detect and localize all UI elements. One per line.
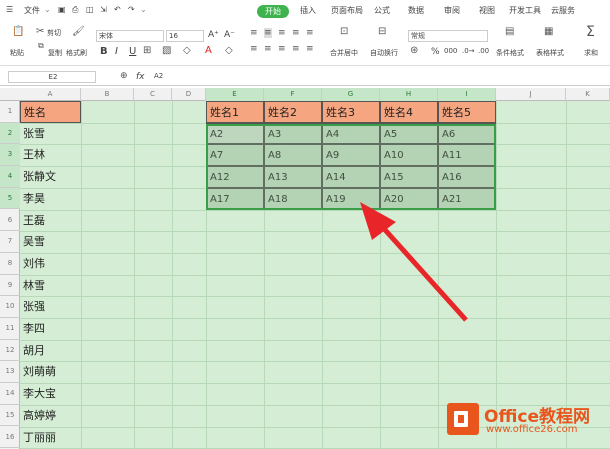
- arrow-shaft: [376, 220, 468, 322]
- office-logo-icon: [444, 400, 482, 438]
- watermark-url: www.office26.com: [486, 424, 578, 435]
- arrow-annotation: [360, 202, 468, 322]
